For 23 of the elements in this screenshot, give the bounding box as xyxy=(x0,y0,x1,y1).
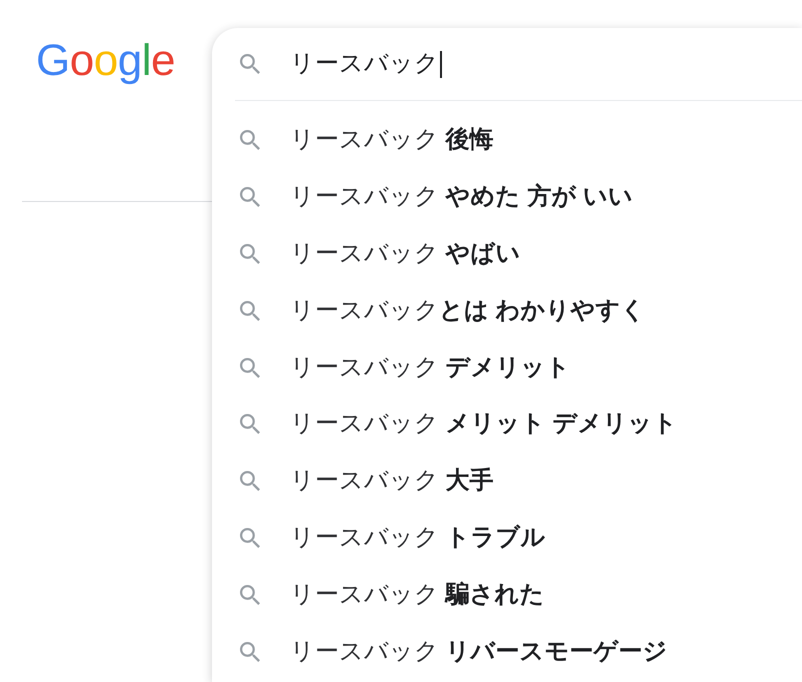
suggestion-link[interactable]: リースバック トラブル xyxy=(290,522,546,554)
suggestion-link[interactable]: リースバック やめた 方が いい xyxy=(290,181,634,214)
suggestion-link[interactable]: リースバック 後悔 xyxy=(290,124,494,156)
suggestion-link[interactable]: リースバック リバースモーゲージ xyxy=(290,636,668,668)
search-icon xyxy=(240,584,260,605)
search-icon xyxy=(240,244,260,264)
search-icon xyxy=(240,528,260,548)
search-icon xyxy=(240,414,260,434)
suggestion-link[interactable]: リースバックとは わかりやすく xyxy=(290,294,646,327)
google-logo[interactable]: Google xyxy=(36,36,175,86)
search-field[interactable]: リースバック xyxy=(290,48,802,80)
search-icon xyxy=(240,300,260,321)
suggestion-link[interactable]: リースバック デメリット xyxy=(290,352,571,384)
search-icon xyxy=(240,130,260,150)
suggestion-link[interactable]: リースバック やばい xyxy=(290,238,521,270)
search-icon xyxy=(240,471,260,492)
suggestion-link[interactable]: リースバック メリット デメリット xyxy=(290,408,678,440)
suggestion-link[interactable]: リースバック 大手 xyxy=(290,465,494,498)
search-icon xyxy=(240,187,260,208)
search-icon xyxy=(240,642,260,662)
suggestion-link[interactable]: リースバック 騙された xyxy=(290,578,545,611)
search-icon xyxy=(240,54,260,74)
search-icon xyxy=(240,358,260,378)
